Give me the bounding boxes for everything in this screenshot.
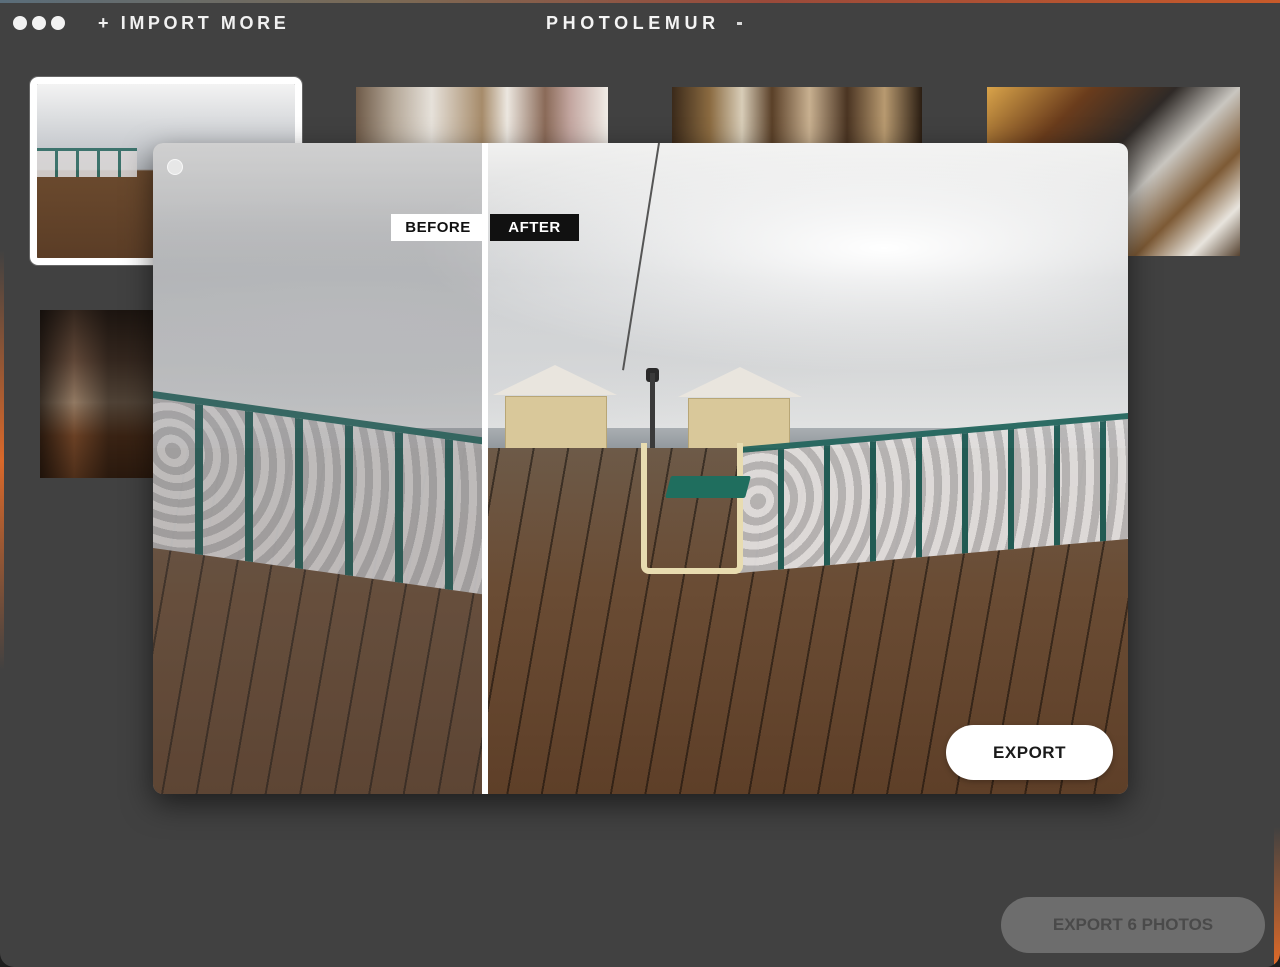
- thumbnail-image: [356, 87, 608, 144]
- left-accent-strip: [0, 250, 4, 670]
- maximize-window-button[interactable]: [51, 16, 65, 30]
- window-controls: [13, 16, 65, 30]
- preview-hut-left-roof: [493, 365, 617, 395]
- thumbnail-church-pews[interactable]: [40, 310, 154, 478]
- preview-hut-right-roof: [678, 367, 802, 397]
- app-window: + IMPORT MORE PHOTOLEMUR BEFORE AFTER EX…: [0, 0, 1280, 967]
- close-window-button[interactable]: [13, 16, 27, 30]
- import-more-button[interactable]: + IMPORT MORE: [98, 13, 289, 34]
- title-bar: + IMPORT MORE PHOTOLEMUR: [0, 0, 1280, 50]
- thumbnail-image: [40, 310, 154, 478]
- minimize-window-button[interactable]: [32, 16, 46, 30]
- thumbnail-church-interior-1[interactable]: [356, 87, 608, 144]
- thumbnail-image: [672, 87, 922, 144]
- preview-bench-frame: [641, 443, 743, 574]
- preview-bench-seat: [665, 476, 751, 498]
- chevron-down-icon[interactable]: [737, 22, 742, 25]
- export-button[interactable]: EXPORT: [946, 725, 1113, 780]
- before-label: BEFORE: [391, 214, 485, 241]
- thumbnail-railing: [37, 148, 137, 177]
- select-photo-dot[interactable]: [167, 159, 183, 175]
- app-title[interactable]: PHOTOLEMUR: [546, 13, 720, 34]
- right-accent-strip: [1274, 827, 1280, 967]
- after-label: AFTER: [490, 214, 579, 241]
- export-all-photos-button[interactable]: EXPORT 6 PHOTOS: [1001, 897, 1265, 953]
- thumbnail-church-interior-2[interactable]: [672, 87, 922, 144]
- before-after-preview[interactable]: BEFORE AFTER EXPORT: [153, 143, 1128, 794]
